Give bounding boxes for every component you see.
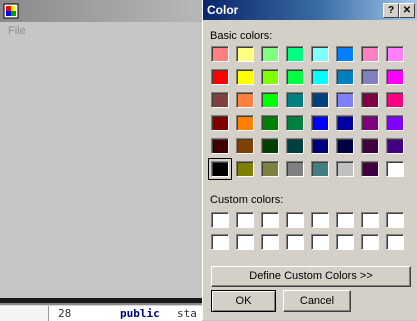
app-title-bar (0, 0, 202, 22)
editor-gutter (0, 306, 49, 321)
basic-color-swatch[interactable] (361, 46, 379, 62)
basic-color-swatch[interactable] (286, 115, 304, 131)
help-button[interactable]: ? (383, 3, 399, 18)
basic-color-swatch[interactable] (286, 92, 304, 108)
basic-color-swatch[interactable] (261, 115, 279, 131)
basic-color-swatch[interactable] (286, 161, 304, 177)
basic-color-swatch[interactable] (361, 161, 379, 177)
custom-color-swatch[interactable] (286, 212, 304, 228)
basic-color-swatch[interactable] (336, 161, 354, 177)
code-editor[interactable]: 28 public sta (0, 305, 202, 321)
basic-color-swatch[interactable] (211, 69, 229, 85)
basic-color-swatch[interactable] (236, 161, 254, 177)
cancel-button[interactable]: Cancel (283, 290, 351, 312)
custom-color-swatch[interactable] (386, 234, 404, 250)
basic-color-swatch[interactable] (236, 115, 254, 131)
custom-colors-label: Custom colors: (210, 194, 284, 206)
custom-color-swatch[interactable] (311, 212, 329, 228)
basic-colors-label: Basic colors: (210, 30, 273, 42)
ok-button[interactable]: OK (211, 290, 276, 312)
color-dialog: Color ? ✕ Basic colors: Custom colors: D… (202, 0, 417, 320)
basic-color-swatch[interactable] (386, 161, 404, 177)
custom-color-swatch[interactable] (211, 234, 229, 250)
custom-color-swatch[interactable] (361, 234, 379, 250)
basic-color-swatch[interactable] (261, 46, 279, 62)
basic-color-swatch[interactable] (236, 46, 254, 62)
code-text: sta (177, 307, 197, 320)
custom-color-swatch[interactable] (211, 212, 229, 228)
custom-color-swatch[interactable] (236, 234, 254, 250)
basic-color-swatch[interactable] (311, 92, 329, 108)
basic-color-swatch[interactable] (311, 115, 329, 131)
basic-color-swatch[interactable] (361, 92, 379, 108)
basic-color-swatch[interactable] (261, 161, 279, 177)
basic-color-swatch[interactable] (286, 46, 304, 62)
basic-color-swatch[interactable] (236, 138, 254, 154)
basic-color-swatch[interactable] (361, 138, 379, 154)
basic-color-swatch[interactable] (311, 138, 329, 154)
basic-color-swatch[interactable] (386, 69, 404, 85)
basic-color-swatch[interactable] (211, 46, 229, 62)
basic-color-swatch[interactable] (311, 46, 329, 62)
code-keyword: public (120, 307, 160, 320)
basic-color-swatch[interactable] (336, 92, 354, 108)
basic-color-swatch[interactable] (236, 69, 254, 85)
basic-color-swatch[interactable] (261, 69, 279, 85)
custom-color-swatch[interactable] (261, 212, 279, 228)
basic-color-swatch[interactable] (211, 92, 229, 108)
close-button[interactable]: ✕ (399, 3, 415, 18)
basic-color-swatch[interactable] (336, 115, 354, 131)
custom-color-swatch[interactable] (236, 212, 254, 228)
basic-color-swatch[interactable] (286, 138, 304, 154)
basic-color-swatch[interactable] (211, 138, 229, 154)
define-custom-colors-button[interactable]: Define Custom Colors >> (211, 266, 411, 287)
basic-color-swatch[interactable] (386, 46, 404, 62)
basic-color-swatch[interactable] (386, 138, 404, 154)
basic-color-swatch[interactable] (336, 46, 354, 62)
custom-color-swatch[interactable] (336, 234, 354, 250)
basic-color-swatch[interactable] (311, 69, 329, 85)
basic-color-swatch[interactable] (386, 115, 404, 131)
basic-color-swatch[interactable] (211, 115, 229, 131)
custom-color-swatch[interactable] (361, 212, 379, 228)
line-number: 28 (58, 307, 72, 320)
basic-color-swatch[interactable] (286, 69, 304, 85)
basic-color-swatch[interactable] (236, 92, 254, 108)
basic-color-swatch[interactable] (261, 92, 279, 108)
custom-color-swatch[interactable] (336, 212, 354, 228)
basic-color-swatch[interactable] (361, 69, 379, 85)
basic-color-swatch[interactable] (361, 115, 379, 131)
custom-color-swatch[interactable] (261, 234, 279, 250)
basic-color-swatch[interactable] (261, 138, 279, 154)
basic-color-swatch[interactable] (336, 138, 354, 154)
basic-color-swatch[interactable] (336, 69, 354, 85)
menu-file[interactable]: File (8, 25, 26, 37)
basic-color-swatch[interactable] (386, 92, 404, 108)
background-app-window: File 28 public sta (0, 0, 202, 321)
dialog-title-bar[interactable]: Color ? ✕ (203, 0, 417, 20)
custom-color-swatch[interactable] (286, 234, 304, 250)
dialog-title: Color (207, 3, 239, 17)
app-icon (3, 3, 19, 19)
basic-color-swatch[interactable] (311, 161, 329, 177)
basic-color-swatch[interactable] (208, 158, 232, 180)
custom-color-swatch[interactable] (386, 212, 404, 228)
custom-color-swatch[interactable] (311, 234, 329, 250)
